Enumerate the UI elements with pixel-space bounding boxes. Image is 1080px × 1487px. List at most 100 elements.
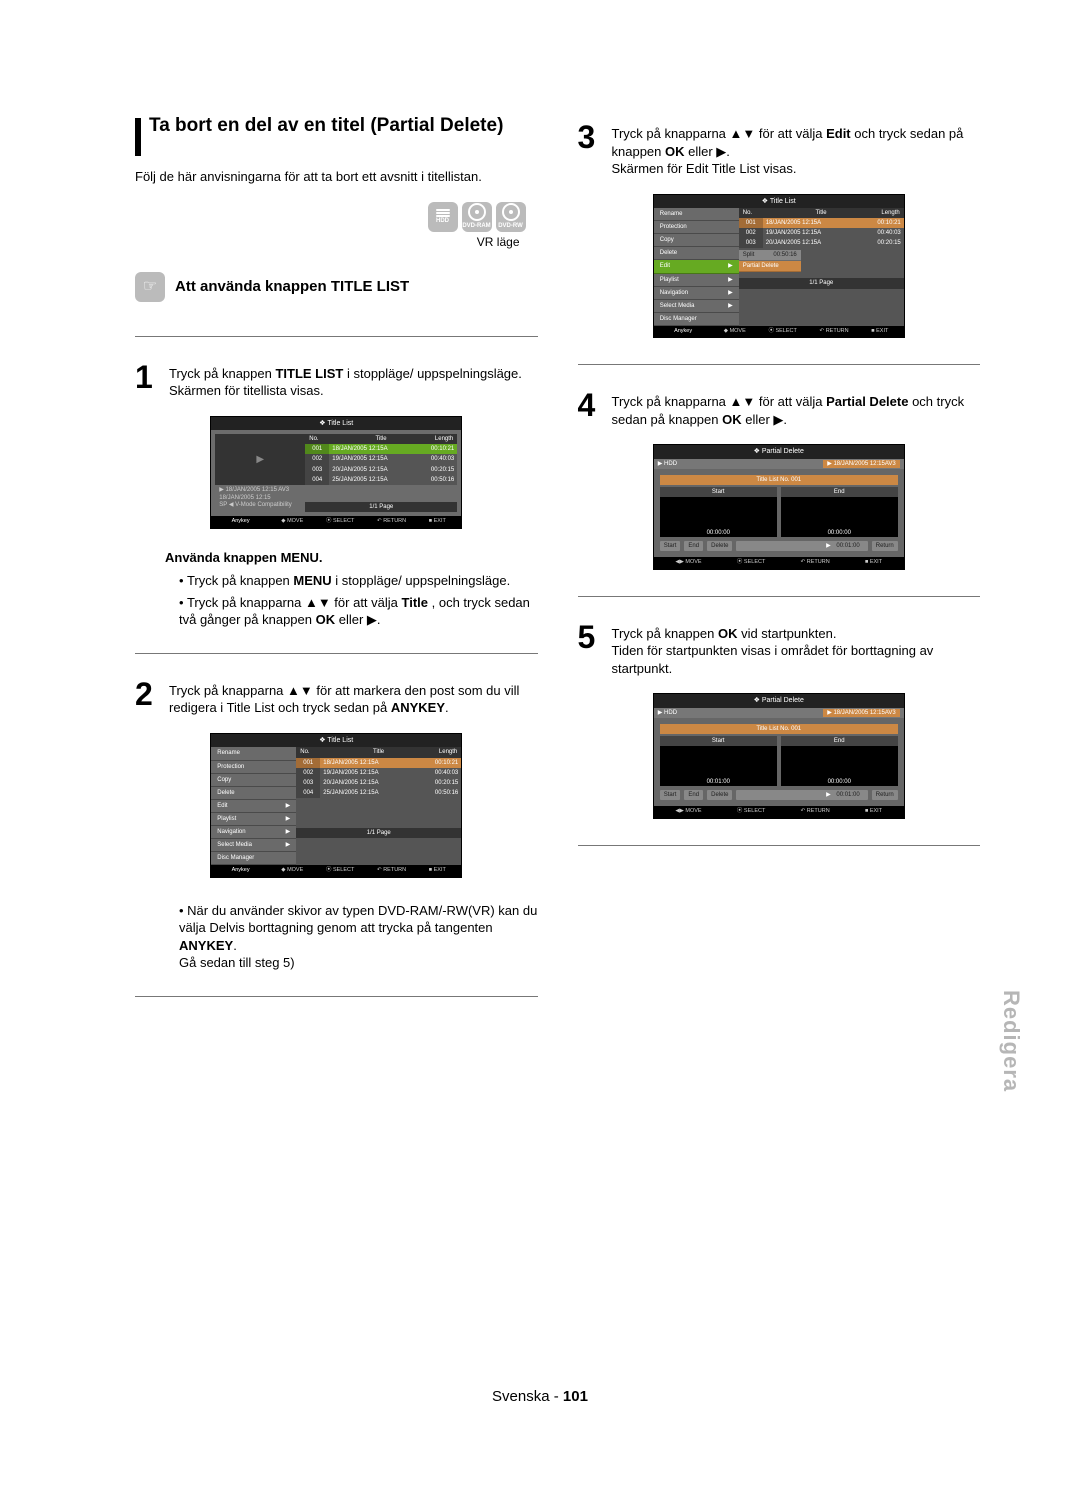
page-footer: Svenska - 101 xyxy=(0,1387,1080,1407)
step-3: 3 Tryck på knapparna ▲▼ för att välja Ed… xyxy=(578,121,981,178)
menu-item: Navigation▶ xyxy=(654,287,739,300)
menu-instructions: Använda knappen MENU. Tryck på knappen M… xyxy=(165,549,538,633)
section-heading: Ta bort en del av en titel (Partial Dele… xyxy=(135,115,538,156)
screen-legend: Anykey ◆ MOVE ⦿ SELECT ↶ RETURN ■ EXIT xyxy=(211,865,461,876)
step-text: Tryck på knappen OK vid startpunkten. Ti… xyxy=(612,621,981,678)
edit-submenu: Split00:50:16 Partial Delete xyxy=(739,250,801,272)
screen-title: Title List xyxy=(211,734,461,747)
subheading-row: ☞ Att använda knappen TITLE LIST xyxy=(135,272,538,302)
menu-title: Använda knappen MENU. xyxy=(165,549,538,567)
menu-item: Edit▶ xyxy=(654,260,739,273)
menu-item: Copy xyxy=(654,234,739,247)
hdd-strip: ▶ HDD ▶ 18/JAN/2005 12:15AV3 xyxy=(654,459,904,469)
step-text: Tryck på knapparna ▲▼ för att markera de… xyxy=(169,678,538,717)
divider xyxy=(135,653,538,654)
menu-item: Select Media▶ xyxy=(654,300,739,313)
intro-text: Följ de här anvisningarna för att ta bor… xyxy=(135,168,538,186)
menu-item: Copy xyxy=(211,774,296,787)
step-number: 2 xyxy=(135,678,159,717)
list-header: No. Title Length xyxy=(305,434,457,444)
table-row: 00219/JAN/2005 12:15A00:40:03 xyxy=(305,454,457,464)
hand-icon: ☞ xyxy=(135,272,165,302)
table-row: 00425/JAN/2005 12:15A00:50:16 xyxy=(305,475,457,485)
media-type-icons: HDD DVD-RAM DVD-RW VR läge xyxy=(135,202,538,250)
step-2: 2 Tryck på knapparna ▲▼ för att markera … xyxy=(135,678,538,717)
pd-start-panel: Start 00:00:00 xyxy=(660,487,777,537)
pager: 1/1 Page xyxy=(305,502,457,512)
menu-item: Edit▶ xyxy=(211,800,296,813)
right-column: 3 Tryck på knapparna ▲▼ för att välja Ed… xyxy=(578,115,981,1015)
table-row: 00219/JAN/2005 12:15A00:40:03 xyxy=(739,228,904,238)
hdd-icon: HDD xyxy=(428,202,458,232)
divider xyxy=(578,364,981,365)
context-menu: RenameProtectionCopyDeleteEdit▶Playlist▶… xyxy=(654,208,739,326)
screen-legend: ◀▶ MOVE ⦿ SELECT ↶ RETURN ■ EXIT xyxy=(654,806,904,817)
divider xyxy=(578,845,981,846)
step-text: Tryck på knappen TITLE LIST i stoppläge/… xyxy=(169,361,522,400)
screen-title: Title List xyxy=(654,195,904,208)
step-text: Tryck på knapparna ▲▼ för att välja Edit… xyxy=(612,121,981,178)
step-number: 1 xyxy=(135,361,159,400)
screen-legend: Anykey ◆ MOVE ⦿ SELECT ↶ RETURN ■ EXIT xyxy=(211,516,461,527)
table-row: 00219/JAN/2005 12:15A00:40:03 xyxy=(296,768,461,778)
divider xyxy=(135,996,538,997)
menu-item: Rename xyxy=(211,747,296,760)
menu-step: Tryck på knappen MENU i stoppläge/ uppsp… xyxy=(179,572,538,590)
two-column-layout: Ta bort en del av en titel (Partial Dele… xyxy=(135,115,980,1015)
menu-item: Protection xyxy=(211,761,296,774)
screen-title: Partial Delete xyxy=(654,445,904,458)
table-row: 00320/JAN/2005 12:15A00:20:15 xyxy=(305,465,457,475)
screen-title: Title List xyxy=(211,417,461,430)
step-4: 4 Tryck på knapparna ▲▼ för att välja Pa… xyxy=(578,389,981,428)
dvd-rw-icon: DVD-RW xyxy=(496,202,526,232)
table-row: 00118/JAN/2005 12:15A00:10:21 xyxy=(739,218,904,228)
divider xyxy=(135,336,538,337)
menu-step: Tryck på knapparna ▲▼ för att välja Titl… xyxy=(179,594,538,629)
screen-title: Partial Delete xyxy=(654,694,904,707)
pd-end-panel: End 00:00:00 xyxy=(781,736,898,786)
screen-legend: Anykey ◆ MOVE ⦿ SELECT ↶ RETURN ■ EXIT xyxy=(654,326,904,337)
left-column: Ta bort en del av en titel (Partial Dele… xyxy=(135,115,538,1015)
step-5: 5 Tryck på knappen OK vid startpunkten. … xyxy=(578,621,981,678)
pd-subtitle: Title List No. 001 xyxy=(660,724,898,734)
list-header: No. Title Length xyxy=(296,747,461,757)
menu-item: Delete xyxy=(211,787,296,800)
preview-thumbnail: ▶ xyxy=(215,434,305,485)
menu-item: Playlist▶ xyxy=(654,274,739,287)
heading-text: Ta bort en del av en titel (Partial Dele… xyxy=(149,115,503,137)
step-text: Tryck på knapparna ▲▼ för att välja Part… xyxy=(612,389,981,428)
manual-page: Ta bort en del av en titel (Partial Dele… xyxy=(0,0,1080,1487)
dvd-ram-icon: DVD-RAM xyxy=(462,202,492,232)
table-row: 00118/JAN/2005 12:15A00:10:21 xyxy=(305,444,457,454)
hdd-strip: ▶ HDD ▶ 18/JAN/2005 12:15AV3 xyxy=(654,708,904,718)
menu-item: Disc Manager xyxy=(654,313,739,326)
subheading-text: Att använda knappen TITLE LIST xyxy=(175,277,409,297)
menu-item: Navigation▶ xyxy=(211,826,296,839)
table-row: 00425/JAN/2005 12:15A00:50:16 xyxy=(296,788,461,798)
edit-menu-screen: Title List RenameProtectionCopyDeleteEdi… xyxy=(210,733,462,878)
step-1: 1 Tryck på knappen TITLE LIST i stoppläg… xyxy=(135,361,538,400)
heading-bar-icon xyxy=(135,118,141,156)
menu-item: Select Media▶ xyxy=(211,839,296,852)
pager: 1/1 Page xyxy=(739,278,904,288)
table-row: 00118/JAN/2005 12:15A00:10:21 xyxy=(296,758,461,768)
side-tab: Redigera xyxy=(996,990,1026,1092)
pager: 1/1 Page xyxy=(296,828,461,838)
menu-item: Disc Manager xyxy=(211,852,296,865)
pd-buttons: Start End Delete ▶ 00:01:00 Return xyxy=(660,541,898,551)
menu-item: Protection xyxy=(654,221,739,234)
edit-submenu-screen: Title List RenameProtectionCopyDeleteEdi… xyxy=(653,194,905,339)
context-menu: RenameProtectionCopyDeleteEdit▶Playlist▶… xyxy=(211,747,296,865)
step-number: 4 xyxy=(578,389,602,428)
anykey-note: När du använder skivor av typen DVD-RAM/… xyxy=(165,902,538,976)
pd-start-panel: Start 00:01:00 xyxy=(660,736,777,786)
vr-mode-label: VR läge xyxy=(477,234,526,250)
table-row: 00320/JAN/2005 12:15A00:20:15 xyxy=(739,238,904,248)
divider xyxy=(578,596,981,597)
list-header: No. Title Length xyxy=(739,208,904,218)
step-number: 3 xyxy=(578,121,602,178)
partial-delete-screen-1: Partial Delete ▶ HDD ▶ 18/JAN/2005 12:15… xyxy=(653,444,905,569)
pd-subtitle: Title List No. 001 xyxy=(660,475,898,485)
title-list-screen: Title List ▶ ▶ 18/JAN/2005 12:15 AV3 18/… xyxy=(210,416,462,529)
menu-item: Delete xyxy=(654,247,739,260)
